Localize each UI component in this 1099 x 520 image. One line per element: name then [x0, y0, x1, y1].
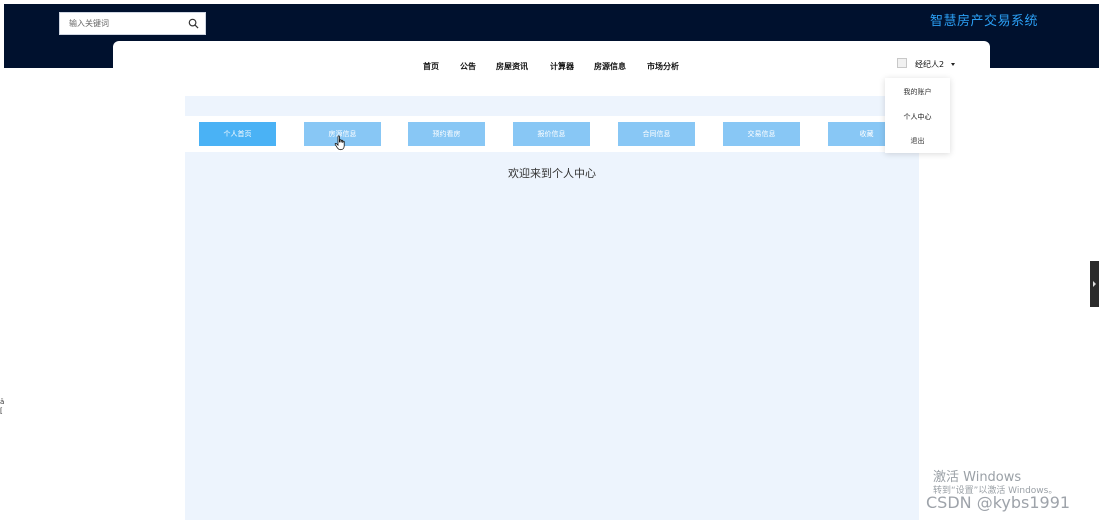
- search-icon[interactable]: [188, 18, 199, 29]
- menu-item-logout[interactable]: 退出: [885, 136, 950, 146]
- tab-contracts[interactable]: 合同信息: [618, 122, 695, 146]
- nav-item-listings[interactable]: 房源信息: [594, 61, 626, 72]
- user-name: 经纪人2: [915, 60, 945, 69]
- personal-center-panel: 个人首页 房源信息 预约看房 报价信息 合同信息 交易信息 收藏 欢迎来到个人中…: [185, 96, 919, 520]
- left-border: [0, 0, 4, 520]
- tab-quotes[interactable]: 报价信息: [513, 122, 590, 146]
- top-border: [0, 0, 1099, 3]
- nav-item-notice[interactable]: 公告: [460, 61, 476, 72]
- nav-item-calculator[interactable]: 计算器: [550, 61, 574, 72]
- nav-item-market[interactable]: 市场分析: [647, 61, 679, 72]
- menu-item-personal-center[interactable]: 个人中心: [885, 112, 950, 122]
- chevron-right-icon: [1093, 281, 1096, 287]
- tab-personal-home[interactable]: 个人首页: [199, 122, 276, 146]
- tab-transactions[interactable]: 交易信息: [723, 122, 800, 146]
- search-box: [59, 12, 206, 35]
- menu-item-my-account[interactable]: 我的账户: [885, 87, 950, 97]
- chevron-down-icon: [951, 63, 955, 66]
- user-dropdown: 我的账户 个人中心 退出: [885, 78, 950, 153]
- csdn-watermark: CSDN @kybs1991: [926, 493, 1071, 512]
- search-input[interactable]: [60, 13, 180, 34]
- hand-pointer-icon: [334, 135, 345, 151]
- welcome-message: 欢迎来到个人中心: [508, 167, 596, 180]
- nav-item-news[interactable]: 房屋资讯: [496, 61, 528, 72]
- site-title: 智慧房产交易系统: [930, 14, 1039, 29]
- tab-bar: 个人首页 房源信息 预约看房 报价信息 合同信息 交易信息 收藏: [185, 116, 919, 152]
- avatar: [897, 58, 907, 68]
- tab-viewing-appointments[interactable]: 预约看房: [408, 122, 485, 146]
- nav-bar: 首页 公告 房屋资讯 计算器 房源信息 市场分析 经纪人2: [113, 41, 990, 89]
- left-edge-fragment: ä[: [0, 398, 5, 415]
- side-panel-handle[interactable]: [1090, 261, 1099, 307]
- nav-item-home[interactable]: 首页: [423, 61, 439, 72]
